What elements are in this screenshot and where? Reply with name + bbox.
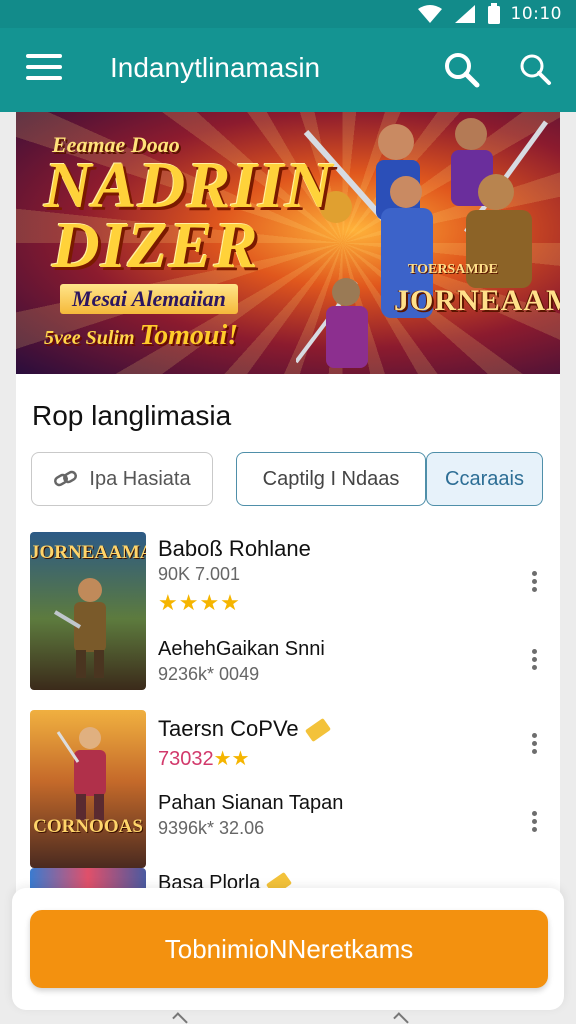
game-meta: 90K 7.001 — [158, 564, 241, 584]
filter-chip-label: Ipa Hasiata — [89, 467, 191, 490]
edit-icon — [304, 718, 331, 743]
game-subtitle: AehehGaikan Snni — [158, 638, 325, 660]
game-rating: 73032★★ — [158, 746, 249, 771]
game-title[interactable]: Baboß Rohlane — [158, 536, 311, 562]
banner-tag-big: Tomoui! — [139, 320, 239, 351]
game-thumbnail[interactable]: JORNEAAMA — [30, 532, 146, 690]
rating-stars: ★★★★ — [158, 590, 241, 615]
search-icon[interactable] — [440, 48, 484, 92]
filter-chip-label: Ccaraais — [445, 467, 524, 490]
app-bar: Indanytlinamasin — [0, 28, 576, 112]
more-options-icon[interactable] — [522, 568, 546, 598]
more-options-icon[interactable] — [522, 646, 546, 676]
more-options-icon[interactable] — [522, 808, 546, 838]
status-time: 10:10 — [510, 4, 562, 24]
banner-title-line-2: DIZER — [52, 209, 259, 282]
heroes-illustration — [296, 118, 549, 368]
search-icon[interactable] — [514, 48, 558, 92]
banner-brand: JORNEAAMA — [394, 284, 560, 317]
filter-chip-2[interactable]: Captilg I Ndaas — [236, 452, 426, 506]
game-thumbnail[interactable]: CORNOOAS — [30, 710, 146, 868]
primary-action-button[interactable]: TobnimioNNeretkams — [30, 910, 548, 988]
thumbnail-title: JORNEAAMA — [30, 542, 146, 563]
banner-tag-mid: Sulim — [85, 327, 135, 349]
battery-icon — [487, 3, 500, 24]
rating-text: 73032 — [158, 748, 214, 770]
banner-tagline: 5vee Sulim Tomoui! — [44, 320, 238, 352]
hero-banner[interactable]: Eeamae Doao NADRIIN DIZER Mesai Alemaiia… — [16, 112, 560, 374]
content-card: Eeamae Doao NADRIIN DIZER Mesai Alemaiia… — [16, 112, 560, 912]
chevron-up-icon — [393, 1012, 409, 1024]
status-bar: 10:10 — [0, 0, 576, 28]
game-sub-meta: 9236k* 0049 — [158, 664, 260, 684]
game-sub-meta: 9396k* 32.06 — [158, 818, 265, 838]
more-options-icon[interactable] — [522, 730, 546, 760]
rating-stars: ★★ — [213, 748, 250, 770]
app-title: Indanytlinamasin — [110, 52, 321, 83]
link-icon — [54, 470, 78, 487]
chevron-up-icon — [172, 1012, 188, 1024]
banner-brand-kicker: TOERSAMDE — [408, 262, 498, 277]
filter-chip-label: Captilg I Ndaas — [262, 467, 400, 490]
filter-chip-1[interactable]: Ipa Hasiata — [31, 452, 213, 506]
section-title: Rop langlimasia — [32, 400, 232, 431]
game-subtitle: Pahan Sianan Tapan — [158, 792, 344, 814]
signal-icon — [454, 5, 475, 23]
wifi-icon — [417, 5, 442, 23]
banner-tag-prefix: 5vee — [44, 327, 81, 349]
filter-chip-3[interactable]: Ccaraais — [426, 452, 543, 506]
thumbnail-title: CORNOOAS — [33, 816, 143, 837]
hamburger-menu-icon[interactable] — [26, 54, 62, 84]
game-title[interactable]: Taersn CoPVe — [158, 716, 331, 743]
banner-subtitle: Mesai Alemaiian — [60, 284, 238, 314]
